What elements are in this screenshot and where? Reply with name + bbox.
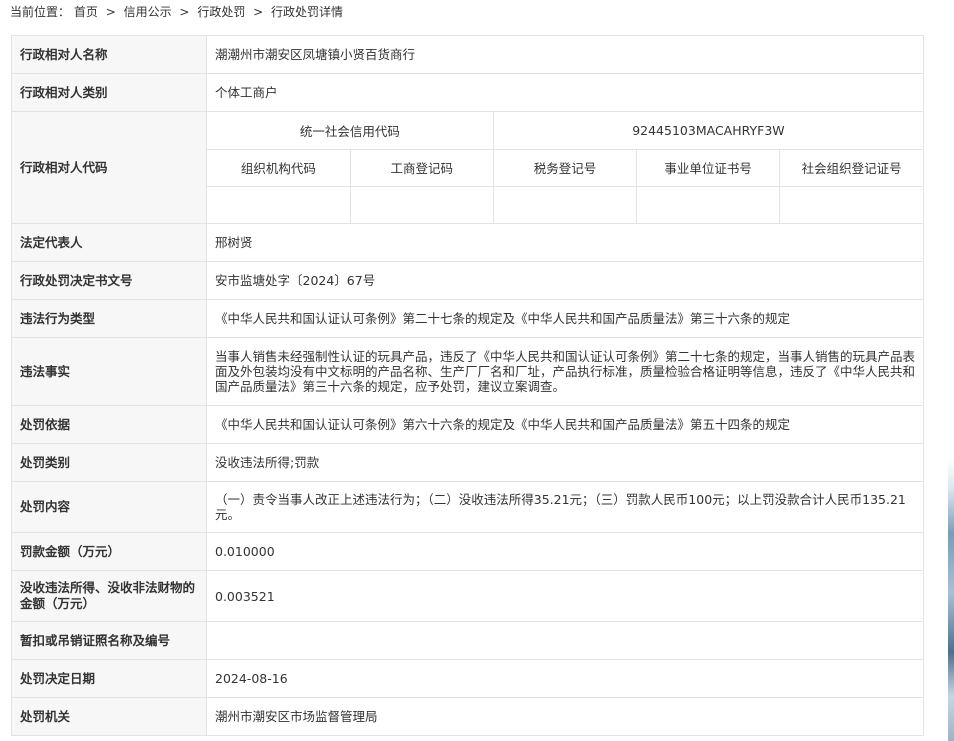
value-inst-cert — [636, 185, 781, 223]
value-fine: 0.010000 — [206, 532, 924, 571]
value-violation-type: 《中华人民共和国认证认可条例》第二十七条的规定及《中华人民共和国产品质量法》第三… — [206, 299, 924, 338]
row-fine: 罚款金额（万元） 0.010000 — [11, 532, 924, 571]
label-category: 行政相对人类别 — [11, 73, 207, 112]
row-license: 暂扣或吊销证照名称及编号 — [11, 621, 924, 660]
value-penalty-type: 没收违法所得;罚款 — [206, 443, 924, 482]
uscc-value: 92445103MACAHRYF3W — [492, 112, 923, 150]
row-confiscation: 没收违法所得、没收非法财物的金额（万元） 0.003521 — [11, 570, 924, 622]
value-category: 个体工商户 — [206, 73, 924, 112]
breadcrumb-home-link[interactable]: 首页 — [74, 5, 98, 19]
label-authority: 处罚机关 — [11, 697, 207, 736]
label-basis: 处罚依据 — [11, 405, 207, 444]
row-facts: 违法事实 当事人销售未经强制性认证的玩具产品，违反了《中华人民共和国认证认可条例… — [11, 337, 924, 406]
value-biz-reg — [349, 185, 494, 223]
breadcrumb-current: 行政处罚详情 — [271, 5, 344, 19]
row-doc-no: 行政处罚决定书文号 安市监塘处字〔2024〕67号 — [11, 261, 924, 300]
code-subtable-cell: 统一社会信用代码 92445103MACAHRYF3W 组织机构代码 工商登记码… — [206, 111, 924, 224]
label-license: 暂扣或吊销证照名称及编号 — [11, 621, 207, 660]
value-tax-reg — [492, 185, 638, 223]
label-facts: 违法事实 — [11, 337, 207, 406]
value-license — [206, 621, 924, 660]
penalty-detail-table: 行政相对人名称 潮潮州市潮安区凤塘镇小贤百货商行 行政相对人类别 个体工商户 行… — [11, 35, 924, 736]
header-inst-cert: 事业单位证书号 — [636, 148, 781, 187]
label-date: 处罚决定日期 — [11, 659, 207, 698]
row-content: 处罚内容 （一）责令当事人改正上述违法行为；（二）没收违法所得35.21元；（三… — [11, 481, 924, 533]
background-image-edge — [948, 0, 954, 741]
label-legal-rep: 法定代表人 — [11, 223, 207, 262]
value-name: 潮潮州市潮安区凤塘镇小贤百货商行 — [206, 35, 924, 74]
row-name: 行政相对人名称 潮潮州市潮安区凤塘镇小贤百货商行 — [11, 35, 924, 74]
value-authority: 潮州市潮安区市场监督管理局 — [206, 697, 924, 736]
code-subtable: 统一社会信用代码 92445103MACAHRYF3W 组织机构代码 工商登记码… — [207, 112, 923, 223]
row-penalty-type: 处罚类别 没收违法所得;罚款 — [11, 443, 924, 482]
value-confiscation: 0.003521 — [206, 570, 924, 622]
value-legal-rep: 邢树贤 — [206, 223, 924, 262]
label-name: 行政相对人名称 — [11, 35, 207, 74]
label-doc-no: 行政处罚决定书文号 — [11, 261, 207, 300]
row-date: 处罚决定日期 2024-08-16 — [11, 659, 924, 698]
value-doc-no: 安市监塘处字〔2024〕67号 — [206, 261, 924, 300]
breadcrumb-penalty-link[interactable]: 行政处罚 — [197, 5, 245, 19]
row-legal-rep: 法定代表人 邢树贤 — [11, 223, 924, 262]
value-social-org — [779, 185, 923, 223]
header-social-org: 社会组织登记证号 — [779, 148, 923, 187]
value-facts: 当事人销售未经强制性认证的玩具产品，违反了《中华人民共和国认证认可条例》第二十七… — [206, 337, 924, 406]
value-org-code — [207, 185, 351, 223]
breadcrumb-separator: > — [105, 5, 116, 19]
row-basis: 处罚依据 《中华人民共和国认证认可条例》第六十六条的规定及《中华人民共和国产品质… — [11, 405, 924, 444]
label-confiscation: 没收违法所得、没收非法财物的金额（万元） — [11, 570, 207, 622]
row-category: 行政相对人类别 个体工商户 — [11, 73, 924, 112]
breadcrumb-separator: > — [253, 5, 264, 19]
row-code: 行政相对人代码 统一社会信用代码 92445103MACAHRYF3W 组织机构… — [11, 111, 924, 224]
row-authority: 处罚机关 潮州市潮安区市场监督管理局 — [11, 697, 924, 736]
row-violation-type: 违法行为类型 《中华人民共和国认证认可条例》第二十七条的规定及《中华人民共和国产… — [11, 299, 924, 338]
breadcrumb-prefix: 当前位置： — [10, 5, 71, 19]
header-org-code: 组织机构代码 — [207, 148, 351, 187]
header-biz-reg: 工商登记码 — [349, 148, 494, 187]
label-penalty-type: 处罚类别 — [11, 443, 207, 482]
breadcrumb-separator: > — [179, 5, 190, 19]
label-code: 行政相对人代码 — [11, 111, 207, 224]
header-tax-reg: 税务登记号 — [492, 148, 638, 187]
uscc-label: 统一社会信用代码 — [207, 112, 494, 150]
breadcrumb: 当前位置： 首页 > 信用公示 > 行政处罚 > 行政处罚详情 — [10, 3, 343, 21]
value-date: 2024-08-16 — [206, 659, 924, 698]
label-fine: 罚款金额（万元） — [11, 532, 207, 571]
label-content: 处罚内容 — [11, 481, 207, 533]
value-content: （一）责令当事人改正上述违法行为；（二）没收违法所得35.21元；（三）罚款人民… — [206, 481, 924, 533]
value-basis: 《中华人民共和国认证认可条例》第六十六条的规定及《中华人民共和国产品质量法》第五… — [206, 405, 924, 444]
breadcrumb-credit-link[interactable]: 信用公示 — [124, 5, 172, 19]
label-violation-type: 违法行为类型 — [11, 299, 207, 338]
